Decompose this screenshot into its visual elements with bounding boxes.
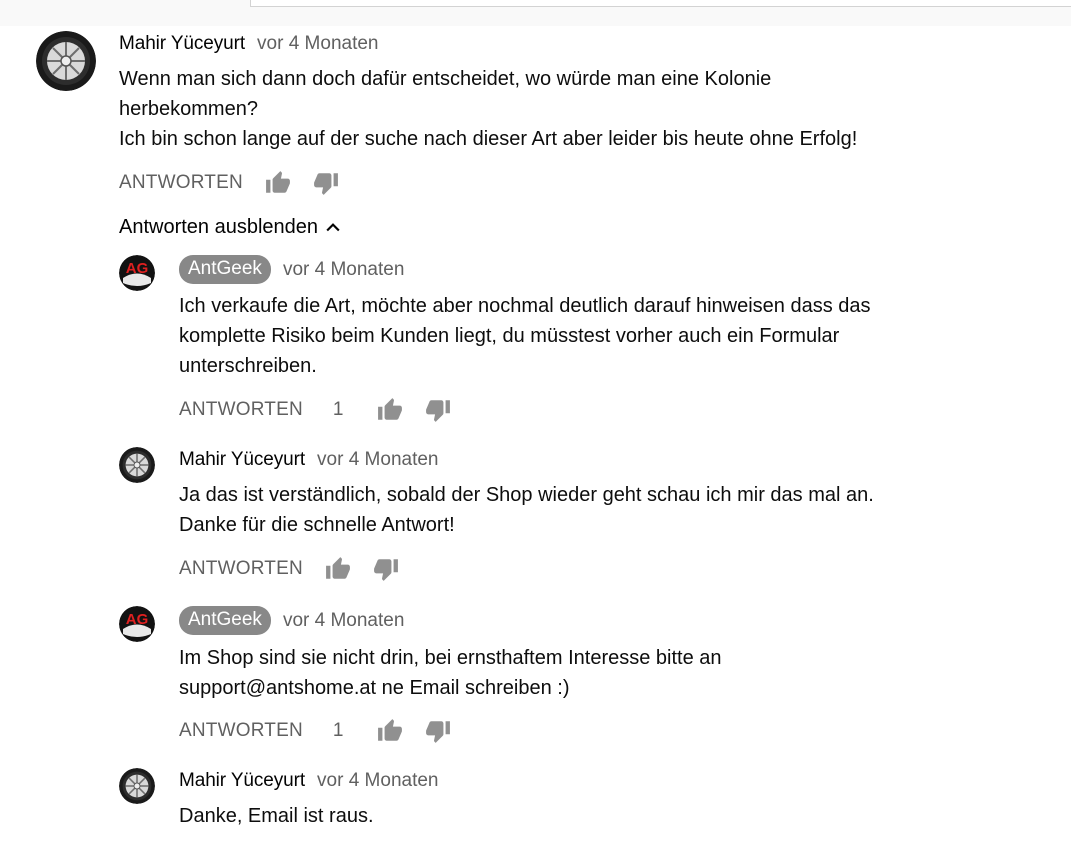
thumbs-down-icon: [313, 173, 338, 195]
avatar[interactable]: [36, 31, 96, 91]
dislike-button[interactable]: [373, 556, 399, 582]
reply-button[interactable]: ANTWORTEN: [179, 558, 303, 580]
comment-author[interactable]: Mahir Yüceyurt: [179, 449, 305, 471]
ag-logo-icon: AG: [119, 255, 155, 291]
ag-logo-text: AG: [126, 260, 149, 277]
comment-time[interactable]: vor 4 Monaten: [317, 449, 438, 471]
comment-time[interactable]: vor 4 Monaten: [317, 770, 438, 792]
thumbs-up-icon: [265, 171, 290, 193]
comment-actions: ANTWORTEN: [119, 170, 339, 196]
tire-wheel-icon: [36, 31, 96, 91]
comment-actions: ANTWORTEN: [179, 556, 399, 582]
comment-header: AntGeek vor 4 Monaten: [179, 606, 404, 635]
reply-button[interactable]: ANTWORTEN: [179, 399, 303, 421]
search-input-edge[interactable]: [250, 0, 1071, 7]
top-bar: [0, 0, 1071, 26]
like-count: 1: [332, 720, 344, 741]
avatar[interactable]: AG: [119, 606, 155, 642]
hide-replies-label: Antworten ausblenden: [119, 216, 319, 238]
comment-header: AntGeek vor 4 Monaten: [179, 255, 404, 284]
like-button[interactable]: [265, 170, 291, 196]
ag-logo-text: AG: [126, 611, 149, 628]
comment-header: Mahir Yüceyurt vor 4 Monaten: [119, 33, 379, 55]
comment-author[interactable]: Mahir Yüceyurt: [119, 33, 245, 55]
thumbs-down-icon: [425, 721, 450, 743]
comment-actions: ANTWORTEN 1: [179, 718, 451, 744]
comment-time[interactable]: vor 4 Monaten: [283, 610, 404, 632]
like-button[interactable]: [377, 718, 403, 744]
comment-actions: ANTWORTEN 1: [179, 397, 451, 423]
dislike-button[interactable]: [425, 397, 451, 423]
avatar[interactable]: [119, 447, 155, 483]
comment-time[interactable]: vor 4 Monaten: [283, 259, 404, 281]
tire-wheel-icon: [119, 768, 155, 804]
ag-logo-icon: AG: [119, 606, 155, 642]
thumbs-up-icon: [377, 719, 402, 741]
reply-button[interactable]: ANTWORTEN: [119, 172, 243, 194]
like-button[interactable]: [377, 397, 403, 423]
dislike-button[interactable]: [313, 170, 339, 196]
dislike-button[interactable]: [425, 718, 451, 744]
comment-text: Im Shop sind sie nicht drin, bei ernstha…: [179, 647, 722, 699]
thumbs-down-icon: [425, 400, 450, 422]
hide-replies-toggle[interactable]: Antworten ausblenden: [119, 216, 343, 239]
comment-author[interactable]: AntGeek: [179, 606, 271, 635]
comment-time[interactable]: vor 4 Monaten: [257, 33, 378, 55]
tire-wheel-icon: [119, 447, 155, 483]
avatar[interactable]: [119, 768, 155, 804]
like-button[interactable]: [325, 556, 351, 582]
comment-author[interactable]: Mahir Yüceyurt: [179, 770, 305, 792]
avatar[interactable]: AG: [119, 255, 155, 291]
comment-header: Mahir Yüceyurt vor 4 Monaten: [179, 770, 439, 792]
comment-text: Danke, Email ist raus.: [179, 805, 374, 827]
comment-text: Wenn man sich dann doch dafür entscheide…: [119, 68, 858, 150]
comment-author[interactable]: AntGeek: [179, 255, 271, 284]
comment-text: Ich verkaufe die Art, möchte aber nochma…: [179, 295, 871, 377]
thumbs-down-icon: [373, 559, 398, 581]
chevron-up-icon: [326, 222, 340, 231]
like-count: 1: [332, 399, 344, 420]
thumbs-up-icon: [377, 398, 402, 420]
thumbs-up-icon: [325, 557, 350, 579]
comment-text: Ja das ist verständlich, sobald der Shop…: [179, 484, 874, 536]
reply-button[interactable]: ANTWORTEN: [179, 720, 303, 742]
comment-header: Mahir Yüceyurt vor 4 Monaten: [179, 449, 439, 471]
